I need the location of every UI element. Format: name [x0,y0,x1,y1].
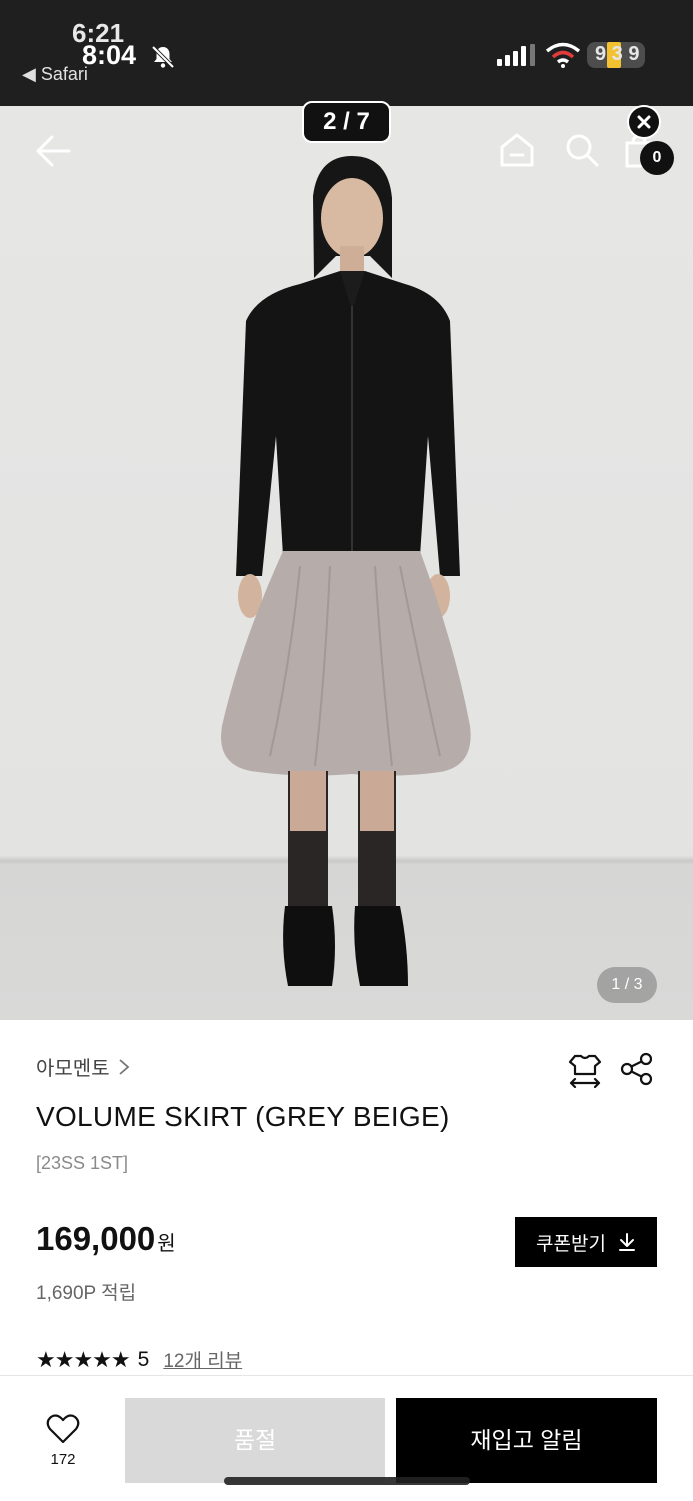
brand-name: 아모멘토 [36,1058,110,1080]
back-to-safari-link[interactable]: ◀ Safari [22,64,88,85]
star-rating-icon: ★★★★★ [36,1346,131,1372]
reward-points: 1,690P 적립 [36,1283,137,1304]
model-figure-image [221,156,471,986]
coupon-download-button[interactable]: 쿠폰받기 [515,1217,657,1267]
product-photo[interactable]: 1 / 3 [0,106,693,1020]
download-icon [618,1233,635,1251]
bell-muted-icon [151,45,175,69]
coupon-label: 쿠폰받기 [536,1233,606,1255]
product-season: [23SS 1ST] [36,1153,129,1173]
restock-alert-button[interactable]: 재입고 알림 [396,1398,657,1483]
review-count-link[interactable]: 12개 리뷰 [163,1346,242,1373]
wifi-icon [545,42,581,68]
soldout-button: 품절 [125,1398,385,1483]
size-guide-icon[interactable] [567,1052,603,1088]
chevron-right-icon [119,1058,129,1075]
product-title: VOLUME SKIRT (GREY BEIGE) [36,1101,450,1132]
like-count: 172 [50,1451,76,1468]
search-icon[interactable] [564,132,600,168]
gallery-counter: 2 / 7 [302,101,391,143]
status-bar: 6:21 8:04 ◀ Safari 9 3 9 [0,0,693,106]
home-icon[interactable] [498,132,536,168]
status-time: 8:04 [82,40,137,70]
price-row: 169,000 원 [36,1220,176,1258]
share-icon[interactable] [619,1052,655,1086]
rating-row: ★★★★★ 5 12개 리뷰 [36,1346,242,1373]
rating-value: 5 [137,1347,150,1371]
battery-level: 9 3 9 [595,43,640,65]
product-price: 169,000 [36,1220,156,1257]
cellular-signal-icon [497,44,535,66]
close-button[interactable] [627,105,661,139]
heart-icon [46,1414,80,1444]
home-indicator [224,1477,470,1485]
like-button[interactable]: 172 [36,1414,90,1468]
image-page-indicator: 1 / 3 [597,967,657,1003]
close-icon [637,115,651,129]
back-arrow-icon[interactable] [34,134,72,168]
cart-count-badge: 0 [640,141,674,175]
battery-icon: 9 3 9 [587,42,649,68]
brand-link[interactable]: 아모멘토 [36,1052,130,1081]
currency-unit: 원 [157,1233,176,1255]
